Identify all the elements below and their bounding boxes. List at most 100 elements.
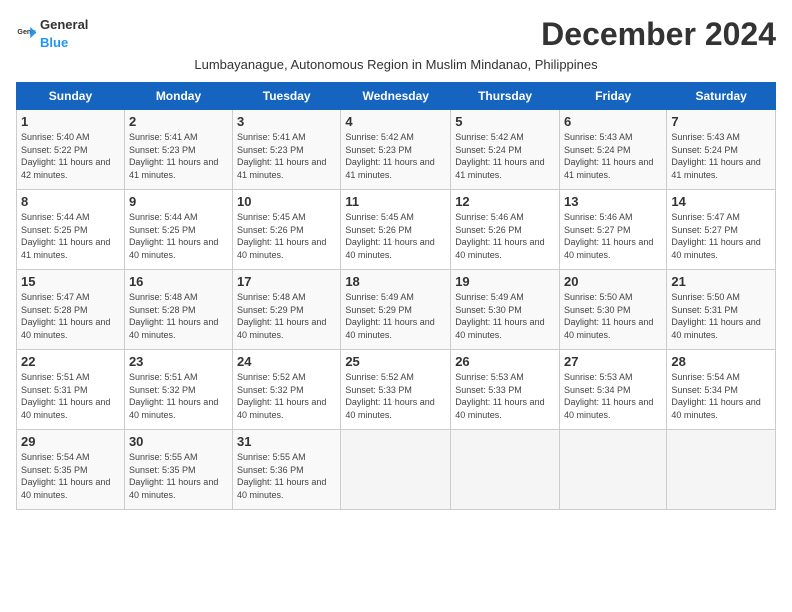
calendar-day-25: 25 Sunrise: 5:52 AM Sunset: 5:33 PM Dayl… <box>341 350 451 430</box>
day-number: 25 <box>345 354 446 369</box>
day-detail: Sunrise: 5:53 AM Sunset: 5:33 PM Dayligh… <box>455 371 555 421</box>
day-detail: Sunrise: 5:44 AM Sunset: 5:25 PM Dayligh… <box>21 211 120 261</box>
calendar-week-3: 15 Sunrise: 5:47 AM Sunset: 5:28 PM Dayl… <box>17 270 776 350</box>
calendar-day-19: 19 Sunrise: 5:49 AM Sunset: 5:30 PM Dayl… <box>451 270 560 350</box>
calendar-week-2: 8 Sunrise: 5:44 AM Sunset: 5:25 PM Dayli… <box>17 190 776 270</box>
day-number: 27 <box>564 354 662 369</box>
calendar-week-4: 22 Sunrise: 5:51 AM Sunset: 5:31 PM Dayl… <box>17 350 776 430</box>
calendar-week-1: 1 Sunrise: 5:40 AM Sunset: 5:22 PM Dayli… <box>17 110 776 190</box>
calendar-table: SundayMondayTuesdayWednesdayThursdayFrid… <box>16 82 776 510</box>
calendar-day-8: 8 Sunrise: 5:44 AM Sunset: 5:25 PM Dayli… <box>17 190 125 270</box>
day-number: 31 <box>237 434 336 449</box>
calendar-day-22: 22 Sunrise: 5:51 AM Sunset: 5:31 PM Dayl… <box>17 350 125 430</box>
day-detail: Sunrise: 5:46 AM Sunset: 5:26 PM Dayligh… <box>455 211 555 261</box>
day-number: 20 <box>564 274 662 289</box>
page-header: General General Blue December 2024 <box>16 16 776 53</box>
day-detail: Sunrise: 5:51 AM Sunset: 5:32 PM Dayligh… <box>129 371 228 421</box>
day-detail: Sunrise: 5:50 AM Sunset: 5:30 PM Dayligh… <box>564 291 662 341</box>
day-number: 8 <box>21 194 120 209</box>
calendar-day-20: 20 Sunrise: 5:50 AM Sunset: 5:30 PM Dayl… <box>560 270 667 350</box>
calendar-day-18: 18 Sunrise: 5:49 AM Sunset: 5:29 PM Dayl… <box>341 270 451 350</box>
day-detail: Sunrise: 5:49 AM Sunset: 5:30 PM Dayligh… <box>455 291 555 341</box>
logo-blue: Blue <box>40 35 68 50</box>
day-detail: Sunrise: 5:55 AM Sunset: 5:36 PM Dayligh… <box>237 451 336 501</box>
day-number: 29 <box>21 434 120 449</box>
calendar-day-16: 16 Sunrise: 5:48 AM Sunset: 5:28 PM Dayl… <box>124 270 232 350</box>
day-detail: Sunrise: 5:43 AM Sunset: 5:24 PM Dayligh… <box>564 131 662 181</box>
header-tuesday: Tuesday <box>233 83 341 110</box>
calendar-day-27: 27 Sunrise: 5:53 AM Sunset: 5:34 PM Dayl… <box>560 350 667 430</box>
day-number: 14 <box>671 194 771 209</box>
month-title: December 2024 <box>541 16 776 53</box>
empty-cell <box>341 430 451 510</box>
logo: General General Blue <box>16 16 88 52</box>
day-detail: Sunrise: 5:48 AM Sunset: 5:29 PM Dayligh… <box>237 291 336 341</box>
day-number: 26 <box>455 354 555 369</box>
day-number: 4 <box>345 114 446 129</box>
header-saturday: Saturday <box>667 83 776 110</box>
calendar-day-29: 29 Sunrise: 5:54 AM Sunset: 5:35 PM Dayl… <box>17 430 125 510</box>
calendar-day-5: 5 Sunrise: 5:42 AM Sunset: 5:24 PM Dayli… <box>451 110 560 190</box>
calendar-day-9: 9 Sunrise: 5:44 AM Sunset: 5:25 PM Dayli… <box>124 190 232 270</box>
day-detail: Sunrise: 5:50 AM Sunset: 5:31 PM Dayligh… <box>671 291 771 341</box>
day-number: 30 <box>129 434 228 449</box>
calendar-day-7: 7 Sunrise: 5:43 AM Sunset: 5:24 PM Dayli… <box>667 110 776 190</box>
day-number: 18 <box>345 274 446 289</box>
day-number: 5 <box>455 114 555 129</box>
day-number: 7 <box>671 114 771 129</box>
calendar-day-2: 2 Sunrise: 5:41 AM Sunset: 5:23 PM Dayli… <box>124 110 232 190</box>
day-detail: Sunrise: 5:52 AM Sunset: 5:33 PM Dayligh… <box>345 371 446 421</box>
day-number: 10 <box>237 194 336 209</box>
calendar-day-6: 6 Sunrise: 5:43 AM Sunset: 5:24 PM Dayli… <box>560 110 667 190</box>
day-number: 22 <box>21 354 120 369</box>
day-detail: Sunrise: 5:55 AM Sunset: 5:35 PM Dayligh… <box>129 451 228 501</box>
day-detail: Sunrise: 5:52 AM Sunset: 5:32 PM Dayligh… <box>237 371 336 421</box>
empty-cell <box>451 430 560 510</box>
day-number: 21 <box>671 274 771 289</box>
calendar-day-17: 17 Sunrise: 5:48 AM Sunset: 5:29 PM Dayl… <box>233 270 341 350</box>
day-number: 19 <box>455 274 555 289</box>
calendar-day-31: 31 Sunrise: 5:55 AM Sunset: 5:36 PM Dayl… <box>233 430 341 510</box>
day-detail: Sunrise: 5:49 AM Sunset: 5:29 PM Dayligh… <box>345 291 446 341</box>
calendar-day-26: 26 Sunrise: 5:53 AM Sunset: 5:33 PM Dayl… <box>451 350 560 430</box>
day-number: 3 <box>237 114 336 129</box>
day-number: 16 <box>129 274 228 289</box>
calendar-day-12: 12 Sunrise: 5:46 AM Sunset: 5:26 PM Dayl… <box>451 190 560 270</box>
calendar-day-4: 4 Sunrise: 5:42 AM Sunset: 5:23 PM Dayli… <box>341 110 451 190</box>
calendar-day-1: 1 Sunrise: 5:40 AM Sunset: 5:22 PM Dayli… <box>17 110 125 190</box>
header-sunday: Sunday <box>17 83 125 110</box>
logo-icon: General <box>16 24 36 44</box>
header-monday: Monday <box>124 83 232 110</box>
empty-cell <box>560 430 667 510</box>
day-number: 24 <box>237 354 336 369</box>
header-thursday: Thursday <box>451 83 560 110</box>
day-detail: Sunrise: 5:41 AM Sunset: 5:23 PM Dayligh… <box>237 131 336 181</box>
calendar-day-24: 24 Sunrise: 5:52 AM Sunset: 5:32 PM Dayl… <box>233 350 341 430</box>
calendar-day-11: 11 Sunrise: 5:45 AM Sunset: 5:26 PM Dayl… <box>341 190 451 270</box>
day-detail: Sunrise: 5:53 AM Sunset: 5:34 PM Dayligh… <box>564 371 662 421</box>
day-detail: Sunrise: 5:42 AM Sunset: 5:23 PM Dayligh… <box>345 131 446 181</box>
day-number: 13 <box>564 194 662 209</box>
day-detail: Sunrise: 5:40 AM Sunset: 5:22 PM Dayligh… <box>21 131 120 181</box>
day-number: 11 <box>345 194 446 209</box>
day-detail: Sunrise: 5:47 AM Sunset: 5:27 PM Dayligh… <box>671 211 771 261</box>
day-detail: Sunrise: 5:43 AM Sunset: 5:24 PM Dayligh… <box>671 131 771 181</box>
page-subtitle: Lumbayanague, Autonomous Region in Musli… <box>16 57 776 72</box>
day-detail: Sunrise: 5:46 AM Sunset: 5:27 PM Dayligh… <box>564 211 662 261</box>
day-detail: Sunrise: 5:54 AM Sunset: 5:35 PM Dayligh… <box>21 451 120 501</box>
calendar-day-10: 10 Sunrise: 5:45 AM Sunset: 5:26 PM Dayl… <box>233 190 341 270</box>
day-detail: Sunrise: 5:47 AM Sunset: 5:28 PM Dayligh… <box>21 291 120 341</box>
day-number: 6 <box>564 114 662 129</box>
day-detail: Sunrise: 5:44 AM Sunset: 5:25 PM Dayligh… <box>129 211 228 261</box>
day-detail: Sunrise: 5:42 AM Sunset: 5:24 PM Dayligh… <box>455 131 555 181</box>
calendar-day-14: 14 Sunrise: 5:47 AM Sunset: 5:27 PM Dayl… <box>667 190 776 270</box>
day-number: 12 <box>455 194 555 209</box>
day-number: 23 <box>129 354 228 369</box>
day-number: 1 <box>21 114 120 129</box>
header-wednesday: Wednesday <box>341 83 451 110</box>
calendar-day-13: 13 Sunrise: 5:46 AM Sunset: 5:27 PM Dayl… <box>560 190 667 270</box>
day-detail: Sunrise: 5:54 AM Sunset: 5:34 PM Dayligh… <box>671 371 771 421</box>
day-number: 9 <box>129 194 228 209</box>
calendar-week-5: 29 Sunrise: 5:54 AM Sunset: 5:35 PM Dayl… <box>17 430 776 510</box>
day-number: 28 <box>671 354 771 369</box>
